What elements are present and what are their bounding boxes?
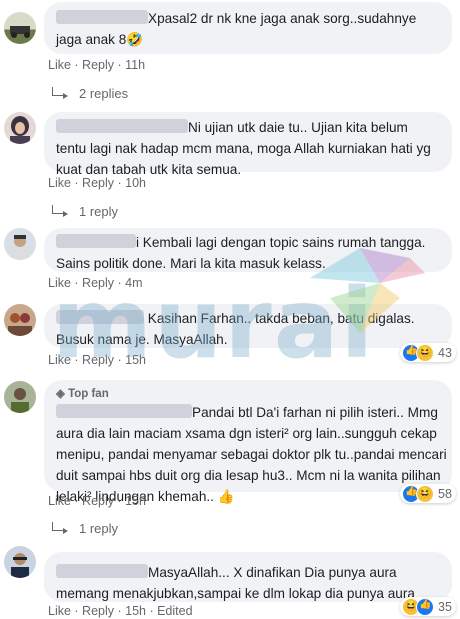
timestamp[interactable]: 15h — [125, 604, 146, 618]
avatar-image — [11, 553, 29, 578]
comment-text: Pandai btl Da'i farhan ni pilih isteri..… — [56, 404, 447, 504]
haha-reaction-icon — [416, 484, 434, 503]
avatar[interactable] — [4, 228, 36, 260]
avatar-image — [8, 313, 32, 336]
avatar[interactable] — [4, 112, 36, 144]
hummingbird-logo-icon — [310, 248, 425, 333]
redacted-author-name — [56, 10, 148, 24]
reaction-count: 43 — [438, 345, 452, 360]
avatar[interactable] — [4, 304, 36, 336]
avatar-image — [10, 116, 30, 144]
avatar[interactable] — [4, 381, 36, 413]
comment-actions: Like · Reply · 15h · Edited — [48, 604, 193, 618]
comment-text: MasyaAllah... X dinafikan Dia punya aura… — [56, 564, 415, 601]
reply-arrow-icon — [52, 522, 68, 534]
timestamp[interactable]: 11h — [125, 58, 145, 72]
reaction-summary[interactable]: 35 — [400, 597, 456, 616]
like-button[interactable]: Like — [48, 494, 71, 508]
avatar-image — [11, 388, 29, 413]
timestamp[interactable]: 15h — [125, 494, 146, 508]
comment-actions: Like · Reply · 15h — [48, 494, 146, 508]
timestamp[interactable]: 10h — [125, 176, 146, 190]
reaction-count: 58 — [438, 486, 452, 501]
avatar-image — [11, 235, 29, 260]
top-fan-badge: ◈ Top fan — [56, 388, 109, 400]
like-button[interactable]: Like — [48, 58, 71, 72]
like-button[interactable]: Like — [48, 176, 71, 190]
reply-button[interactable]: Reply — [82, 494, 114, 508]
comment-text: Ni ujian utk daie tu.. Ujian kita belum … — [56, 119, 431, 177]
view-replies-link[interactable]: 1 reply — [52, 521, 118, 536]
avatar[interactable] — [4, 546, 36, 578]
like-reaction-icon — [416, 597, 434, 616]
avatar[interactable] — [4, 12, 36, 44]
reply-button[interactable]: Reply — [82, 58, 114, 72]
like-button[interactable]: Like — [48, 604, 71, 618]
reaction-summary[interactable]: 58 — [400, 484, 456, 503]
redacted-author-name — [56, 119, 188, 133]
redacted-author-name — [56, 404, 192, 418]
reply-button[interactable]: Reply — [82, 604, 114, 618]
comment-text: Xpasal2 dr nk kne jaga anak sorg..sudahn… — [56, 10, 417, 47]
reply-button[interactable]: Reply — [82, 176, 114, 190]
diamond-icon: ◈ — [56, 388, 65, 400]
view-replies-link[interactable]: 1 reply — [52, 204, 118, 219]
redacted-author-name — [56, 564, 148, 578]
reaction-count: 35 — [438, 599, 452, 614]
comment-actions: Like · Reply · 10h — [48, 176, 146, 190]
view-replies-link[interactable]: 2 replies — [52, 86, 128, 101]
edited-label[interactable]: Edited — [157, 604, 192, 618]
comment-actions: Like · Reply · 11h — [48, 58, 146, 72]
avatar-image — [10, 26, 30, 38]
redacted-author-name — [56, 234, 136, 248]
reply-arrow-icon — [52, 205, 68, 217]
reply-arrow-icon — [52, 87, 68, 99]
